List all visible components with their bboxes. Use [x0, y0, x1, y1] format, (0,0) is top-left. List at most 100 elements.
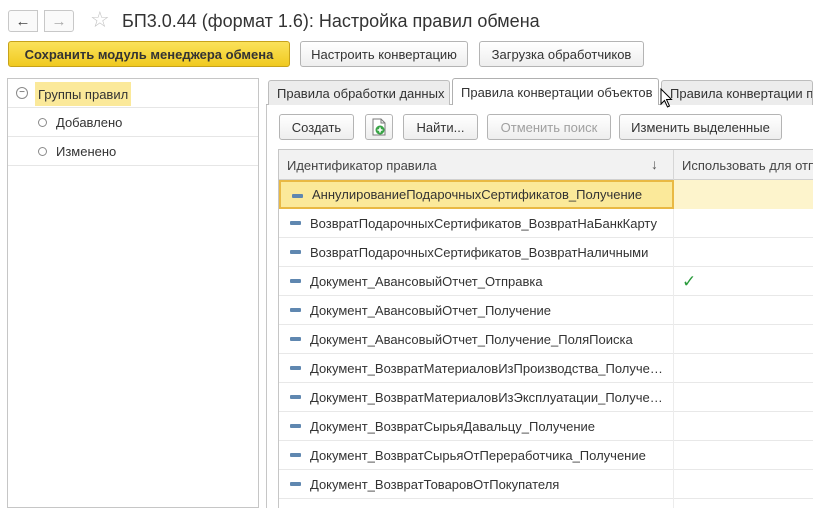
- tree-root-label: Группы правил: [35, 82, 132, 106]
- object-conversion-rules-page: Создать Найти... Отменить поиск Изменить…: [266, 105, 813, 508]
- column-header-use-for-send[interactable]: Использовать для отп: [674, 150, 813, 180]
- window-title: БП3.0.44 (формат 1.6): Настройка правил …: [122, 11, 540, 31]
- rule-id-label: Документ_ВозвратСырьяОтПереработчика_Пол…: [310, 448, 646, 463]
- table-header: Идентификатор правила ↓ Использовать для…: [279, 150, 813, 180]
- rule-icon: [290, 482, 301, 486]
- rule-icon: [292, 194, 303, 198]
- save-module-button[interactable]: Сохранить модуль менеджера обмена: [8, 41, 290, 67]
- sort-down-icon: ↓: [651, 156, 658, 172]
- arrow-left-icon: ←: [15, 12, 31, 30]
- document-add-icon: [372, 118, 386, 136]
- table-row[interactable]: Документ_АвансовыйОтчет_Отправка ✓: [279, 267, 813, 296]
- table-row[interactable]: Документ_ВозвратМатериаловИзПроизводства…: [279, 354, 813, 383]
- rule-id-cell[interactable]: Документ_ВозвратМатериаловИзЭксплуатации…: [279, 383, 674, 412]
- configure-conversion-button[interactable]: Настроить конвертацию: [300, 41, 468, 67]
- rule-id-label: Документ_ВозвратМатериаловИзПроизводства…: [310, 361, 668, 376]
- rules-panel: Правила обработки данных Правила конверт…: [266, 78, 813, 508]
- rule-id-cell[interactable]: Документ_АвансовыйОтчет_Получение_ПоляПо…: [279, 325, 674, 354]
- rule-id-label: ВозвратПодарочныхСертификатов_ВозвратНал…: [310, 245, 649, 260]
- circle-icon: [38, 146, 47, 156]
- use-for-send-cell[interactable]: [674, 180, 813, 209]
- table-row[interactable]: ВозвратПодарочныхСертификатов_ВозвратНаБ…: [279, 209, 813, 238]
- rule-icon: [290, 279, 301, 283]
- table-row[interactable]: Документ_ВозвратСырьяДавальцу_Получение: [279, 412, 813, 441]
- rule-id-cell[interactable]: Документ_ВозвратМатериаловИзПроизводства…: [279, 354, 674, 383]
- table-row[interactable]: Документ_ВозвратМатериаловИзЭксплуатации…: [279, 383, 813, 412]
- mouse-cursor-icon: [660, 88, 673, 108]
- rule-id-cell[interactable]: Документ_АвансовыйОтчет_Получение: [279, 296, 674, 325]
- rule-id-label: Документ_ВозвратМатериаловИзЭксплуатации…: [310, 390, 668, 405]
- rule-groups-tree: − Группы правил Добавлено Изменено: [7, 78, 259, 508]
- table-row[interactable]: Документ_АвансовыйОтчет_Получение_ПоляПо…: [279, 325, 813, 354]
- rule-id-cell[interactable]: ВозвратПодарочныхСертификатов_ВозвратНал…: [279, 238, 674, 267]
- command-bar: Сохранить модуль менеджера обмена Настро…: [0, 40, 813, 70]
- rule-id-cell[interactable]: АннулированиеПодарочныхСертификатов_Полу…: [279, 180, 674, 209]
- rule-icon: [290, 453, 301, 457]
- table-body: АннулированиеПодарочныхСертификатов_Полу…: [279, 180, 813, 508]
- create-button[interactable]: Создать: [279, 114, 354, 140]
- rule-id-label: Документ_ВозвратТоваровОтПокупателя: [310, 477, 560, 492]
- table-row[interactable]: АннулированиеПодарочныхСертификатов_Полу…: [279, 180, 813, 209]
- use-for-send-cell[interactable]: [674, 441, 813, 470]
- rule-id-cell[interactable]: ВозвратПодарочныхСертификатов_ВозвратНаБ…: [279, 209, 674, 238]
- tab-object-conversion-rules[interactable]: Правила конвертации объектов: [452, 78, 659, 106]
- rule-icon: [290, 337, 301, 341]
- rule-id-label: АннулированиеПодарочныхСертификатов_Полу…: [312, 187, 643, 202]
- table-row[interactable]: ВозвратПодарочныхСертификатов_ВозвратНал…: [279, 238, 813, 267]
- forward-button[interactable]: →: [44, 10, 74, 32]
- use-for-send-cell[interactable]: [674, 325, 813, 354]
- rule-icon: [290, 221, 301, 225]
- column-header-label: Идентификатор правила: [287, 157, 437, 173]
- back-button[interactable]: ←: [8, 10, 38, 32]
- collapse-icon[interactable]: −: [16, 87, 28, 99]
- arrow-right-icon: →: [51, 12, 67, 30]
- change-selected-button[interactable]: Изменить выделенные: [619, 114, 782, 140]
- use-for-send-cell[interactable]: [674, 383, 813, 412]
- rule-icon: [290, 424, 301, 428]
- table-row[interactable]: Документ_ВозвратСырьяОтПереработчика_Пол…: [279, 441, 813, 470]
- table-row[interactable]: ✓: [279, 499, 813, 508]
- tab-property-conversion-rules[interactable]: Правила конвертации пр: [661, 80, 813, 105]
- use-for-send-cell[interactable]: ✓: [674, 499, 813, 508]
- rule-id-label: Документ_ВозвратСырьяДавальцу_Получение: [310, 419, 596, 434]
- tree-item-changed[interactable]: Изменено: [8, 137, 258, 166]
- title-bar: ← → ☆ БП3.0.44 (формат 1.6): Настройка п…: [0, 0, 813, 40]
- rule-id-label: ВозвратПодарочныхСертификатов_ВозвратНаБ…: [310, 216, 657, 231]
- add-from-template-button[interactable]: [365, 114, 393, 140]
- use-for-send-cell[interactable]: [674, 412, 813, 441]
- rule-id-label: Документ_АвансовыйОтчет_Получение_ПоляПо…: [310, 332, 633, 347]
- rule-id-label: Документ_АвансовыйОтчет_Отправка: [310, 274, 543, 289]
- tree-item-added[interactable]: Добавлено: [8, 108, 258, 137]
- rule-icon: [290, 395, 301, 399]
- tab-strip: Правила обработки данных Правила конверт…: [266, 78, 813, 106]
- tree-item-label: Изменено: [56, 143, 117, 159]
- table-row[interactable]: Документ_АвансовыйОтчет_Получение: [279, 296, 813, 325]
- checkmark-icon: ✓: [682, 504, 696, 508]
- load-handlers-button[interactable]: Загрузка обработчиков: [479, 41, 644, 67]
- rule-id-cell[interactable]: Документ_ВозвратСырьяДавальцу_Получение: [279, 412, 674, 441]
- use-for-send-cell[interactable]: ✓: [674, 267, 813, 296]
- table-row[interactable]: Документ_ВозвратТоваровОтПокупателя: [279, 470, 813, 499]
- cancel-search-button[interactable]: Отменить поиск: [487, 114, 611, 140]
- use-for-send-cell[interactable]: [674, 209, 813, 238]
- tree-root-row[interactable]: − Группы правил: [8, 79, 258, 108]
- rule-id-cell[interactable]: Документ_АвансовыйОтчет_Отправка: [279, 267, 674, 296]
- rule-icon: [290, 250, 301, 254]
- rule-id-cell[interactable]: [279, 499, 674, 508]
- rule-icon: [290, 308, 301, 312]
- checkmark-icon: ✓: [682, 271, 697, 291]
- star-icon[interactable]: ☆: [90, 6, 110, 34]
- column-header-rule-id[interactable]: Идентификатор правила ↓: [279, 150, 674, 180]
- circle-icon: [38, 117, 47, 127]
- use-for-send-cell[interactable]: [674, 470, 813, 499]
- tab-data-processing-rules[interactable]: Правила обработки данных: [268, 80, 450, 105]
- rule-id-cell[interactable]: Документ_ВозвратТоваровОтПокупателя: [279, 470, 674, 499]
- use-for-send-cell[interactable]: [674, 238, 813, 267]
- use-for-send-cell[interactable]: [674, 296, 813, 325]
- use-for-send-cell[interactable]: [674, 354, 813, 383]
- conversion-rules-table: Идентификатор правила ↓ Использовать для…: [278, 149, 813, 508]
- tree-item-label: Добавлено: [56, 114, 123, 130]
- rule-id-cell[interactable]: Документ_ВозвратСырьяОтПереработчика_Пол…: [279, 441, 674, 470]
- find-button[interactable]: Найти...: [403, 114, 478, 140]
- rule-id-label: Документ_АвансовыйОтчет_Получение: [310, 303, 551, 318]
